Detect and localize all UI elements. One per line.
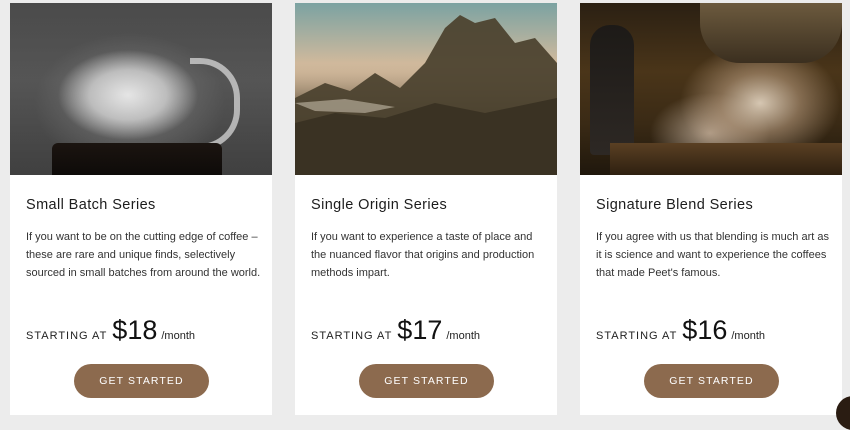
carafe-handle [190, 58, 240, 150]
card-description: If you want to experience a taste of pla… [311, 231, 535, 279]
card-title: Signature Blend Series [596, 197, 754, 213]
price-row: STARTING AT $16 /month [596, 315, 765, 349]
subscription-series-page: Small Batch Series If you want to be on … [0, 0, 850, 430]
roaster-person [590, 25, 634, 155]
price-amount: $17 [397, 315, 443, 345]
mountain-ridge-graphic [295, 15, 557, 175]
carafe-coffee [52, 143, 222, 175]
card-title: Small Batch Series [26, 197, 156, 213]
mountain-landscape-image [295, 3, 557, 175]
price-period: /month [161, 330, 195, 342]
card-title: Single Origin Series [311, 197, 448, 213]
price-row: STARTING AT $17 /month [311, 315, 480, 349]
card-description: If you want to be on the cutting edge of… [26, 231, 261, 279]
series-card-single-origin: Single Origin Series If you want to expe… [295, 3, 557, 415]
roaster-drum [700, 3, 842, 63]
glass-carafe-image [10, 3, 272, 175]
price-prefix: STARTING AT [311, 330, 393, 342]
price-prefix: STARTING AT [26, 330, 108, 342]
price-prefix: STARTING AT [596, 330, 678, 342]
card-description: If you agree with us that blending is mu… [596, 231, 829, 279]
price-period: /month [446, 330, 480, 342]
get-started-button[interactable]: GET STARTED [644, 364, 779, 398]
price-amount: $16 [682, 315, 728, 345]
price-period: /month [731, 330, 765, 342]
get-started-button[interactable]: GET STARTED [74, 364, 209, 398]
roaster-cooling-tray [610, 143, 842, 175]
series-card-signature-blend: Signature Blend Series If you agree with… [580, 3, 842, 415]
series-card-small-batch: Small Batch Series If you want to be on … [10, 3, 272, 415]
price-row: STARTING AT $18 /month [26, 315, 195, 349]
price-amount: $18 [112, 315, 158, 345]
get-started-button[interactable]: GET STARTED [359, 364, 494, 398]
coffee-roaster-image [580, 3, 842, 175]
